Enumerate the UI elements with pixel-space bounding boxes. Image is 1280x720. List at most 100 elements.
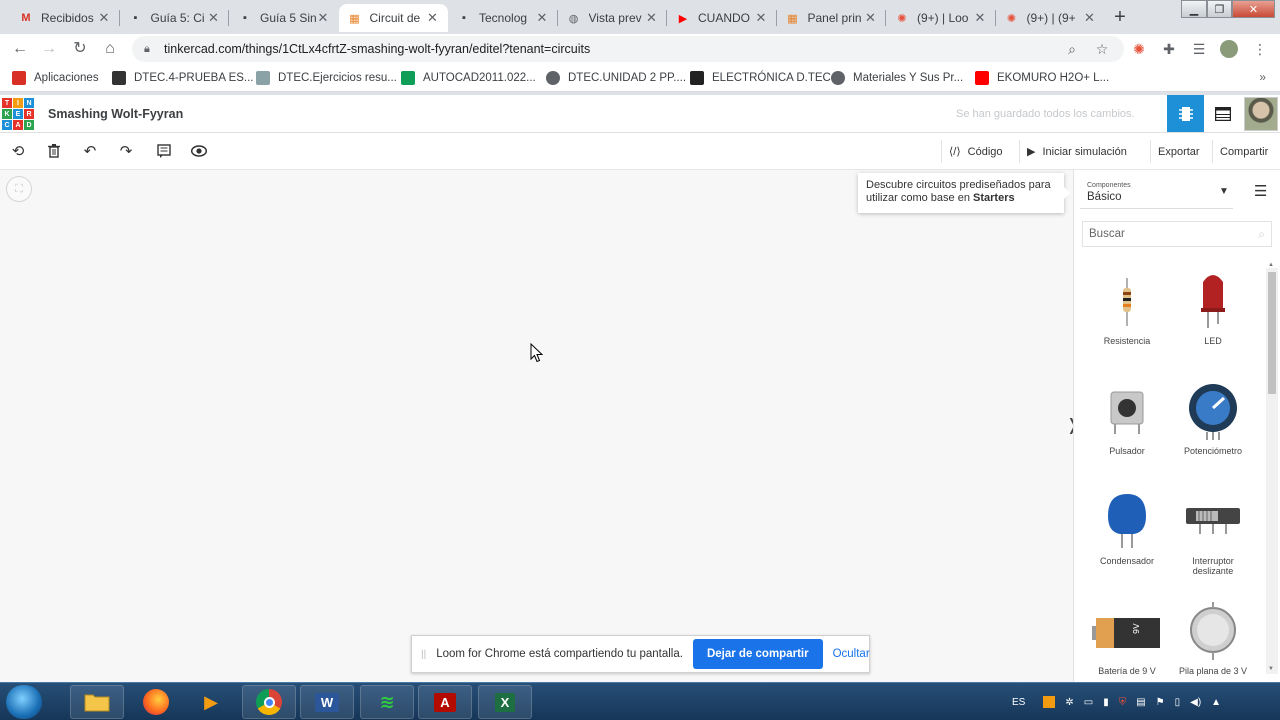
browser-tab[interactable]: ▪ Guía 5: Ci ✕ <box>120 4 229 32</box>
zoom-icon[interactable]: ⌕ <box>1064 41 1080 57</box>
redo-icon[interactable]: ↷ <box>117 142 135 160</box>
notes-icon[interactable] <box>155 142 173 160</box>
undo-icon[interactable]: ↶ <box>81 142 99 160</box>
component-item[interactable]: Pulsador <box>1090 380 1164 456</box>
address-bar[interactable]: 🔒︎ tinkercad.com/things/1CtLx4cfrtZ-smas… <box>132 36 1124 62</box>
component-item[interactable]: Interruptor deslizante <box>1176 490 1250 576</box>
extensions-puzzle-icon[interactable]: ✚ <box>1160 40 1178 58</box>
browser-tab[interactable]: ▦ Panel prin ✕ <box>777 4 886 32</box>
tray-gear-icon[interactable]: ✲ <box>1065 697 1073 708</box>
word-taskbar-button[interactable]: W <box>300 685 354 719</box>
back-button[interactable]: ← <box>9 39 31 59</box>
share-button[interactable]: Compartir <box>1212 140 1275 163</box>
language-indicator[interactable]: ES <box>1012 697 1025 708</box>
reload-button[interactable]: ↻ <box>69 39 91 59</box>
tray-volume-icon[interactable]: ◀) <box>1190 697 1201 708</box>
component-item[interactable]: LED <box>1176 270 1250 346</box>
search-input[interactable] <box>1089 228 1249 240</box>
bookmark-item[interactable]: Materiales Y Sus Pr... <box>831 70 963 86</box>
close-tab-icon[interactable]: ✕ <box>754 10 768 26</box>
rotate-icon[interactable]: ⟲ <box>9 142 27 160</box>
bookmark-item[interactable]: DTEC.UNIDAD 2 PP.... <box>546 70 686 86</box>
acrobat-taskbar-button[interactable]: A <box>418 685 472 719</box>
scroll-up-icon[interactable]: ▲ <box>1268 262 1274 268</box>
component-item[interactable]: Potenciómetro <box>1176 380 1250 456</box>
scrollbar-thumb[interactable] <box>1268 272 1276 394</box>
panel-scrollbar[interactable]: ▲ ▼ <box>1266 262 1278 674</box>
fit-view-icon[interactable]: ⛶ <box>6 176 32 202</box>
browser-tab[interactable]: ▦ Circuit de ✕ <box>338 4 448 32</box>
close-window-button[interactable]: ✕ <box>1232 0 1275 18</box>
component-item[interactable]: Condensador <box>1090 490 1164 566</box>
bookmark-item[interactable]: Aplicaciones <box>12 70 99 86</box>
more-bookmarks-icon[interactable]: » <box>1259 70 1266 84</box>
tray-app-icon[interactable] <box>1043 696 1056 708</box>
close-tab-icon[interactable]: ✕ <box>207 10 221 26</box>
code-button[interactable]: ⟨/⟩ Código <box>941 140 1010 163</box>
tray-device-icon[interactable]: ▯ <box>1175 697 1181 708</box>
start-button[interactable] <box>6 685 42 719</box>
bookmark-item[interactable]: ELECTRÓNICA D.TEC <box>690 70 831 86</box>
drag-handle-icon[interactable]: || <box>421 649 426 660</box>
user-avatar[interactable] <box>1244 97 1278 131</box>
component-list-view-button[interactable] <box>1206 95 1240 132</box>
excel-taskbar-button[interactable]: X <box>478 685 532 719</box>
forward-button[interactable]: → <box>38 39 60 59</box>
tray-flag-icon[interactable]: ⚑ <box>1156 697 1165 708</box>
bookmark-item[interactable]: DTEC.Ejercicios resu... <box>256 70 397 86</box>
chrome-taskbar-button[interactable] <box>242 685 296 719</box>
browser-tab[interactable]: ▶ CUANDO ✕ <box>667 4 776 32</box>
export-button[interactable]: Exportar <box>1150 140 1207 163</box>
browser-tab[interactable]: ✺ (9+) | Loo ✕ <box>886 4 995 32</box>
stop-sharing-button[interactable]: Dejar de compartir <box>692 639 823 669</box>
tray-shield-icon[interactable]: ⛨ <box>1119 697 1127 708</box>
extension-icon[interactable]: ✺ <box>1130 40 1148 58</box>
hide-button[interactable]: Ocultar <box>833 648 870 660</box>
eye-icon[interactable] <box>190 142 208 160</box>
bookmark-item[interactable]: AUTOCAD2011.022... <box>401 70 536 86</box>
design-title[interactable]: Smashing Wolt-Fyyran <box>48 107 183 121</box>
browser-tab[interactable]: ▪ Tecnolog ✕ <box>448 4 557 32</box>
profile-avatar[interactable] <box>1220 40 1238 58</box>
browser-tab[interactable]: M Recibidos ✕ <box>10 4 119 32</box>
bookmark-item[interactable]: EKOMURO H2O+ L... <box>975 70 1109 86</box>
browser-tab[interactable]: ✺ (9+) | (9+ ✕ <box>996 4 1105 32</box>
tray-battery-icon[interactable]: ▮ <box>1103 697 1109 708</box>
tinkercad-logo[interactable]: TIN KER CAD <box>2 98 34 130</box>
circuit-view-button[interactable] <box>1167 95 1204 132</box>
trash-icon[interactable] <box>45 142 63 160</box>
close-tab-icon[interactable]: ✕ <box>97 10 111 26</box>
crocodile-clips-taskbar-button[interactable]: ≋ <box>360 685 414 719</box>
close-tab-icon[interactable]: ✕ <box>645 10 659 26</box>
home-button[interactable]: ⌂ <box>99 39 121 59</box>
list-view-icon[interactable]: ☰ <box>1254 182 1267 200</box>
start-simulation-button[interactable]: ▶ Iniciar simulación <box>1019 140 1134 163</box>
new-tab-button[interactable]: + <box>1108 6 1132 30</box>
close-tab-icon[interactable]: ✕ <box>426 10 440 26</box>
close-tab-icon[interactable]: ✕ <box>973 10 987 26</box>
bookmark-star-icon[interactable]: ☆ <box>1094 41 1110 57</box>
reading-list-icon[interactable]: ☰ <box>1190 40 1208 58</box>
starters-link[interactable]: Starters <box>973 192 1015 204</box>
tray-arrow-icon[interactable]: ▲ <box>1211 697 1221 708</box>
component-search[interactable]: ⌕ <box>1082 221 1272 247</box>
bookmark-item[interactable]: DTEC.4-PRUEBA ES... <box>112 70 254 86</box>
circuit-canvas[interactable]: ⛶ Descubre circuitos prediseñados para u… <box>0 170 1079 682</box>
scroll-down-icon[interactable]: ▼ <box>1268 666 1274 672</box>
close-tab-icon[interactable]: ✕ <box>864 10 878 26</box>
close-tab-icon[interactable]: ✕ <box>1083 10 1097 26</box>
close-tab-icon[interactable]: ✕ <box>535 10 549 26</box>
component-item[interactable]: Resistencia <box>1090 270 1164 346</box>
component-item[interactable]: 9V Batería de 9 V <box>1090 600 1164 676</box>
explorer-taskbar-button[interactable] <box>70 685 124 719</box>
component-item[interactable]: Pila plana de 3 V <box>1176 600 1250 676</box>
tray-monitor-icon[interactable]: ▭ <box>1084 697 1093 708</box>
browser-tab[interactable]: ◍ Vista prev ✕ <box>558 4 667 32</box>
close-tab-icon[interactable]: ✕ <box>316 10 330 26</box>
tray-network-icon[interactable]: ▤ <box>1136 697 1145 708</box>
menu-kebab-icon[interactable]: ⋮ <box>1251 40 1269 58</box>
media-player-taskbar-button[interactable]: ▶ <box>184 685 238 719</box>
minimize-button[interactable]: ▁ <box>1181 0 1207 18</box>
browser-tab[interactable]: ▪ Guía 5 Sin ✕ <box>229 4 338 32</box>
firefox-taskbar-button[interactable] <box>129 685 183 719</box>
